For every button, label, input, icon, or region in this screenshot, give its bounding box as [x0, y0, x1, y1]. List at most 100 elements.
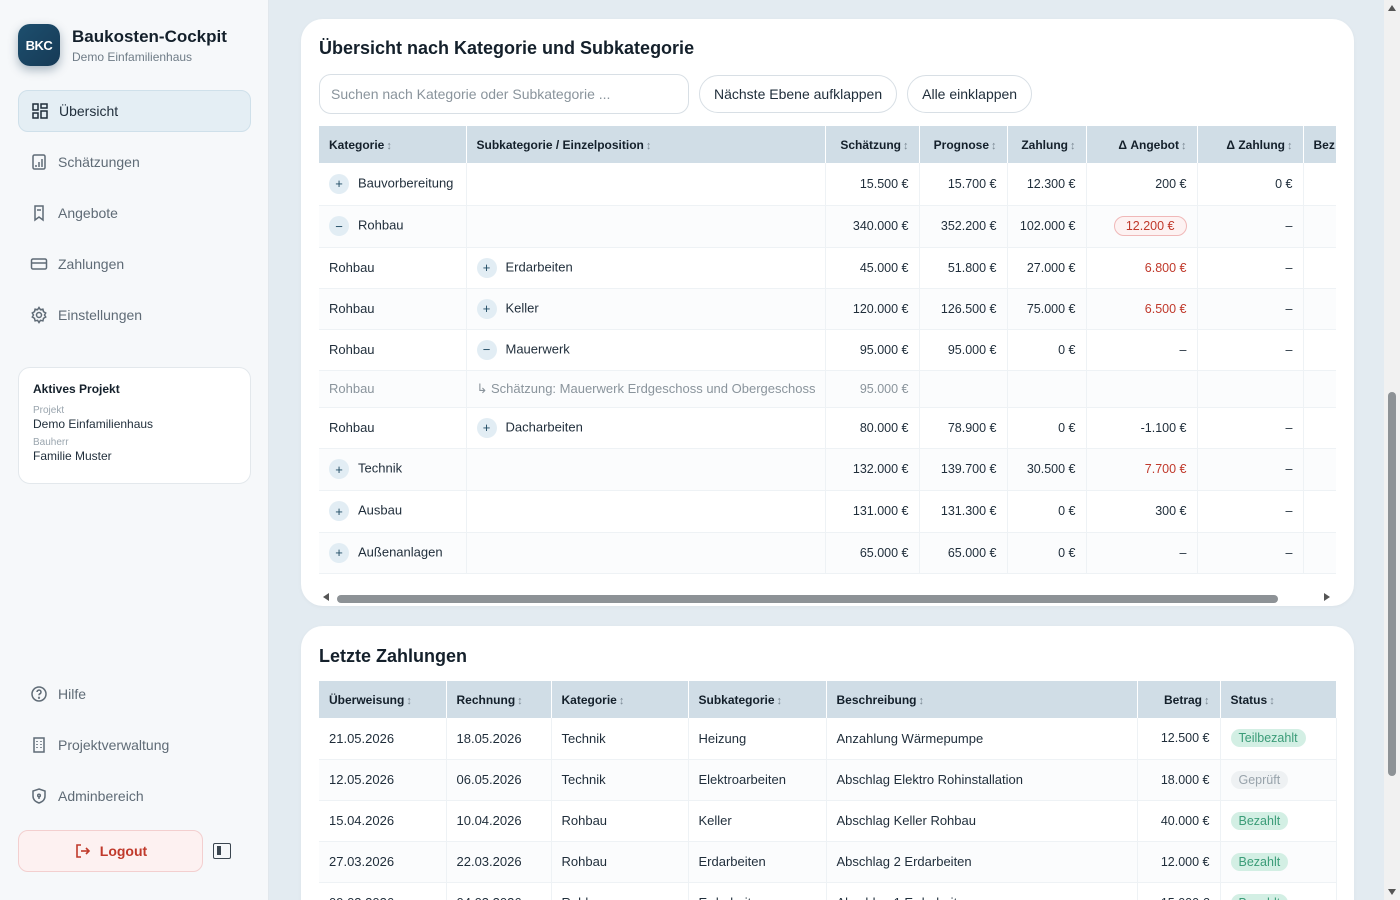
payments-table: Überweisung ↕ Rechnung ↕ Kategorie ↕ Subkatego…	[319, 681, 1337, 900]
expand-icon[interactable]: +	[476, 257, 497, 278]
sort-icon[interactable]: ↕	[619, 695, 625, 707]
sort-icon[interactable]: ↕	[1181, 140, 1187, 152]
sort-icon[interactable]: ↕	[1070, 140, 1076, 152]
delta-offer-cell: 6.800 €	[1086, 247, 1198, 288]
overview-col-header[interactable]: Δ Zahlung ↕	[1197, 126, 1304, 163]
overview-row[interactable]: Rohbau + Erdarbeiten 45.000 €51.800 €27.000…	[319, 247, 1336, 288]
category-cell: Rohbau	[319, 370, 467, 407]
overview-row[interactable]: Rohbau + Keller 120.000 €126.500 €75.000 € 6…	[319, 288, 1336, 329]
overview-row[interactable]: + Außenanlagen 65.000 €65.000 €0 € – –	[319, 532, 1336, 573]
dashboard-icon	[31, 102, 49, 120]
overview-row[interactable]: + Bauvorbereitung 15.500 €15.700 €12.300 €…	[319, 163, 1336, 205]
overview-col-header[interactable]: Bez	[1303, 126, 1336, 163]
scroll-left-icon[interactable]	[323, 593, 329, 601]
expand-next-level-button[interactable]: Nächste Ebene aufklappen	[699, 75, 898, 113]
nav-item-zahlungen[interactable]: Zahlungen	[18, 243, 251, 285]
payment-cell: 21.05.2026	[319, 718, 447, 759]
payments-col-header[interactable]: Kategorie ↕	[551, 681, 689, 718]
logout-button[interactable]: Logout	[18, 830, 203, 872]
subcategory-cell: + Dacharbeiten	[466, 407, 826, 448]
expand-icon[interactable]: +	[476, 298, 497, 319]
nav-item-schaetzungen[interactable]: Schätzungen	[18, 141, 251, 183]
category-search-input[interactable]	[319, 74, 689, 114]
scroll-right-icon[interactable]	[1324, 593, 1330, 601]
nav-item-adminbereich[interactable]: Adminbereich	[18, 775, 251, 817]
active-project-card: Aktives Projekt Projekt Demo Einfamilien…	[18, 367, 251, 484]
sort-icon[interactable]: ↕	[517, 695, 523, 707]
category-cell: + Bauvorbereitung	[319, 163, 467, 205]
sidebar-collapse-icon[interactable]	[213, 843, 231, 859]
sort-icon[interactable]: ↕	[777, 695, 783, 707]
overview-row[interactable]: + Ausbau 131.000 €131.300 €0 € 300 € –	[319, 490, 1336, 532]
payment-cell: Abschlag Elektro Rohinstallation	[826, 759, 1138, 800]
shield-icon	[30, 787, 48, 805]
amount-cell: 102.000 €	[1007, 205, 1087, 247]
horizontal-scrollbar[interactable]	[319, 590, 1336, 604]
payment-row[interactable]: 15.04.2026 10.04.2026 Rohbau Keller Abschlag…	[319, 800, 1337, 841]
overview-row[interactable]: − Rohbau 340.000 €352.200 €102.000 € 12.200…	[319, 205, 1336, 247]
collapse-icon[interactable]: −	[476, 339, 497, 360]
sort-icon[interactable]: ↕	[1287, 140, 1293, 152]
sort-icon[interactable]: ↕	[991, 140, 997, 152]
overview-col-header[interactable]: Prognose ↕	[919, 126, 1008, 163]
payments-col-header[interactable]: Status ↕	[1220, 681, 1337, 718]
category-cell: + Ausbau	[319, 490, 467, 532]
sort-icon[interactable]: ↕	[919, 695, 925, 707]
sort-icon[interactable]: ↕	[646, 140, 652, 152]
bez-cell	[1303, 532, 1336, 573]
collapse-icon[interactable]: −	[329, 216, 349, 236]
overview-col-header[interactable]: Kategorie ↕	[319, 126, 467, 163]
subcategory-cell: ↳ Schätzung: Mauerwerk Erdgeschoss und O…	[466, 370, 826, 407]
payment-row[interactable]: 09.03.202604.03.2026RohbauErdarbeitenAbs…	[319, 882, 1337, 900]
payments-col-header[interactable]: Subkategorie ↕	[688, 681, 827, 718]
sort-icon[interactable]: ↕	[386, 140, 392, 152]
overview-row[interactable]: Rohbau + Dacharbeiten 80.000 €78.900 €0 € -1…	[319, 407, 1336, 448]
category-cell: Rohbau	[319, 329, 467, 370]
overview-row[interactable]: Rohbau − Mauerwerk 95.000 €95.000 €0 € – –	[319, 329, 1336, 370]
payment-row[interactable]: 21.05.2026 18.05.2026 Technik Heizung Anzahl…	[319, 718, 1337, 759]
nav-item-hilfe[interactable]: Hilfe	[18, 673, 251, 715]
payment-cell: 18.05.2026	[446, 718, 552, 759]
expand-icon[interactable]: +	[476, 417, 497, 438]
scroll-down-icon[interactable]	[1388, 889, 1396, 895]
nav-item-angebote[interactable]: Angebote	[18, 192, 251, 234]
expand-icon[interactable]: +	[329, 173, 349, 194]
payment-row[interactable]: 27.03.2026 22.03.2026 Rohbau Erdarbeiten Abs…	[319, 841, 1337, 882]
page-scrollbar-thumb[interactable]	[1388, 392, 1396, 776]
payments-col-header[interactable]: Beschreibung ↕	[826, 681, 1138, 718]
payment-row[interactable]: 12.05.2026 06.05.2026 Technik Elektroarbeit…	[319, 759, 1337, 800]
nav-item-projektverwaltung[interactable]: Projektverwaltung	[18, 724, 251, 766]
category-label: Rohbau	[358, 217, 404, 233]
delta-offer-value: 6.800 €	[1144, 260, 1187, 275]
sort-icon[interactable]: ↕	[406, 695, 412, 707]
payment-cell: Heizung	[688, 718, 827, 759]
category-cell: + Technik	[319, 448, 467, 490]
overview-row[interactable]: + Technik 132.000 €139.700 €30.500 € 7.700 …	[319, 448, 1336, 490]
overview-col-header[interactable]: Subkategorie / Einzelposition ↕	[466, 126, 826, 163]
nav-item-einstellungen[interactable]: Einstellungen	[18, 294, 251, 336]
brand[interactable]: BKC Baukosten-Cockpit Demo Einfamilienha…	[18, 24, 227, 66]
amount-cell: 51.800 €	[919, 247, 1008, 288]
payments-col-header[interactable]: Rechnung ↕	[446, 681, 552, 718]
sort-icon[interactable]: ↕	[1204, 695, 1210, 707]
scrollbar-thumb[interactable]	[337, 595, 1278, 603]
amount-cell: 340.000 €	[825, 205, 920, 247]
sort-icon[interactable]: ↕	[903, 140, 909, 152]
payments-col-header[interactable]: Überweisung ↕	[319, 681, 447, 718]
overview-col-header[interactable]: Zahlung ↕	[1007, 126, 1087, 163]
page-scrollbar[interactable]	[1384, 0, 1400, 900]
expand-icon[interactable]: +	[329, 542, 349, 563]
collapse-all-button[interactable]: Alle einklappen	[907, 75, 1033, 113]
scroll-up-icon[interactable]	[1388, 5, 1396, 11]
overview-col-header[interactable]: Δ Angebot ↕	[1086, 126, 1198, 163]
nav-item-uebersicht[interactable]: Übersicht	[18, 90, 251, 132]
payment-cell: Erdarbeiten	[688, 841, 827, 882]
overview-row[interactable]: Rohbau ↳ Schätzung: Mauerwerk Erdgeschoss…	[319, 370, 1336, 407]
expand-icon[interactable]: +	[329, 459, 349, 479]
expand-icon[interactable]: +	[329, 501, 349, 521]
overview-col-header[interactable]: Schätzung ↕	[825, 126, 920, 163]
delta-offer-cell: 12.200 €	[1086, 205, 1198, 247]
amount-cell: 0 €	[1007, 532, 1087, 573]
payments-col-header[interactable]: Betrag ↕	[1137, 681, 1221, 718]
sort-icon[interactable]: ↕	[1269, 695, 1275, 707]
